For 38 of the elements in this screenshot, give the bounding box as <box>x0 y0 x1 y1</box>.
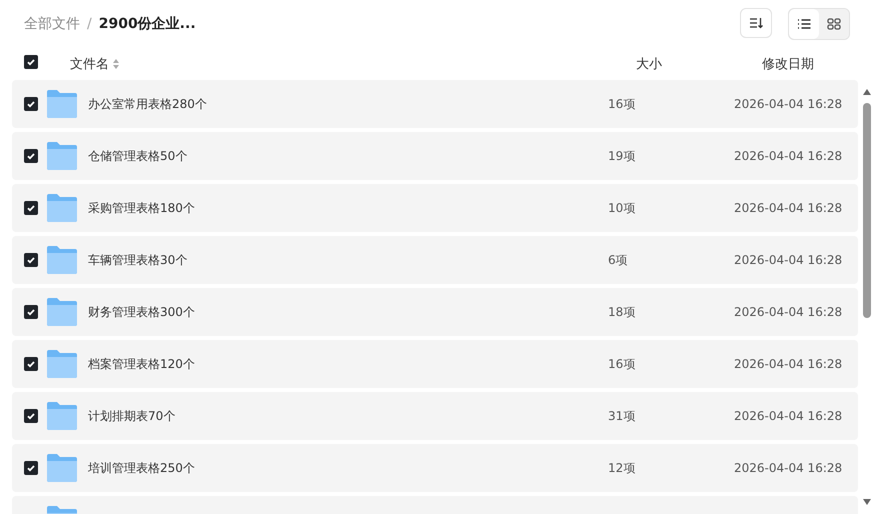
breadcrumb-separator: / <box>87 16 92 32</box>
file-size: 12项 <box>608 460 636 476</box>
file-name: 档案管理表格120个 <box>88 356 196 372</box>
file-row[interactable]: 仓储管理表格50个 19项 2026-04-04 16:28 <box>12 132 858 180</box>
modified-date: 2026-04-04 16:28 <box>734 97 844 111</box>
file-name: 车辆管理表格30个 <box>88 252 188 268</box>
file-size: 10项 <box>608 200 636 216</box>
file-size: 6项 <box>608 252 629 268</box>
file-row[interactable]: 计划排期表70个 31项 2026-04-04 16:28 <box>12 392 858 440</box>
file-name: 培训管理表格250个 <box>88 460 196 476</box>
current-folder[interactable]: 2900份企业... <box>98 15 196 33</box>
file-size: 19项 <box>608 148 636 164</box>
modified-date: 2026-04-04 16:28 <box>734 461 844 475</box>
breadcrumb-link[interactable]: 全部文件 <box>24 15 80 33</box>
file-row[interactable]: 车辆管理表格30个 6项 2026-04-04 16:28 <box>12 236 858 284</box>
file-size: 16项 <box>608 96 636 112</box>
file-name: 财务管理表格300个 <box>88 304 196 320</box>
file-row[interactable]: 培训管理表格250个 12项 2026-04-04 16:28 <box>12 444 858 492</box>
file-name: 计划排期表70个 <box>88 408 176 424</box>
modified-date: 2026-04-04 16:28 <box>734 305 844 319</box>
file-size: 18项 <box>608 304 636 320</box>
modified-date: 2026-04-04 16:28 <box>734 253 844 267</box>
modified-date: 2026-04-04 16:28 <box>734 201 844 215</box>
file-name: 办公室常用表格280个 <box>88 96 208 112</box>
column-header[interactable]: 修改日期 <box>762 55 874 73</box>
column-header[interactable]: 大小 <box>636 55 762 73</box>
file-name: 采购管理表格180个 <box>88 200 196 216</box>
file-row[interactable]: 采购管理表格180个 10项 2026-04-04 16:28 <box>12 184 858 232</box>
modified-date: 2026-04-04 16:28 <box>734 357 844 371</box>
modified-date: 2026-04-04 16:28 <box>734 149 844 163</box>
file-row[interactable]: 办公室常用表格280个 16项 2026-04-04 16:28 <box>12 80 858 128</box>
file-size: 16项 <box>608 356 636 372</box>
file-size: 31项 <box>608 408 636 424</box>
column-header[interactable]: 文件名 <box>70 55 109 73</box>
modified-date: 2026-04-04 16:28 <box>734 409 844 423</box>
file-row[interactable]: 档案管理表格120个 16项 2026-04-04 16:28 <box>12 340 858 388</box>
file-name: 仓储管理表格50个 <box>88 148 188 164</box>
file-row[interactable]: 财务管理表格300个 18项 2026-04-04 16:28 <box>12 288 858 336</box>
